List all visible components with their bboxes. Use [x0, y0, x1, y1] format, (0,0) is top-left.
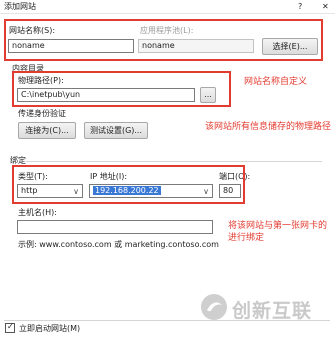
brand-swirl-icon	[200, 293, 228, 323]
window-title: 添加网站	[4, 2, 36, 11]
physical-path-label: 物理路径(P):	[18, 76, 64, 85]
content-section-label: 内容目录	[12, 64, 44, 73]
select-pool-button[interactable]: 选择(E)...	[262, 38, 318, 55]
ip-address-value: 192.168.200.22	[93, 186, 161, 195]
ip-address-label: IP 地址(I):	[90, 172, 128, 181]
checkmark-icon: ✓	[7, 322, 14, 331]
type-select-value: http	[21, 186, 38, 195]
physical-path-input[interactable]: C:\inetpub\yun	[17, 88, 195, 102]
help-icon[interactable]: ?	[298, 2, 302, 12]
example-text: 示例: www.contoso.com 或 marketing.contoso.…	[18, 240, 219, 249]
binding-divider	[26, 161, 322, 162]
binding-section-label: 绑定	[10, 156, 26, 165]
close-icon[interactable]: ✕	[322, 2, 329, 12]
chevron-down-icon: ∨	[203, 187, 209, 196]
watermark-text: 创新互联	[232, 300, 313, 322]
type-select[interactable]: http ∨	[17, 184, 83, 198]
title-bar	[0, 0, 335, 14]
autostart-checkbox[interactable]: ✓	[5, 322, 15, 333]
site-name-label: 网站名称(S):	[9, 26, 56, 35]
binding-note-line1: 将该网站与第一张网卡的	[228, 221, 328, 231]
test-settings-button[interactable]: 测试设置(G)...	[84, 122, 148, 139]
port-input[interactable]: 80	[219, 184, 241, 198]
hostname-label: 主机名(H):	[18, 208, 57, 217]
site-name-note: 网站名称自定义	[244, 77, 308, 87]
type-label: 类型(T):	[18, 172, 48, 181]
port-label: 端口(O):	[219, 172, 251, 181]
site-name-input[interactable]: noname	[8, 39, 134, 53]
ip-address-select[interactable]: 192.168.200.22 ∨	[89, 184, 213, 198]
browse-button[interactable]: ...	[200, 87, 216, 103]
physical-path-note: 该网站所有信息储存的物理路径	[205, 122, 332, 132]
connect-as-button[interactable]: 连接为(C)...	[18, 122, 76, 139]
binding-note-line2: 进行绑定	[228, 233, 265, 243]
hostname-input[interactable]	[17, 220, 213, 234]
app-pool-label: 应用程序池(L):	[140, 26, 194, 35]
app-pool-field: noname	[138, 39, 254, 53]
chevron-down-icon: ∨	[73, 187, 79, 196]
autostart-label: 立即启动网站(M)	[19, 324, 81, 333]
pass-auth-label: 传递身份验证	[18, 109, 66, 118]
